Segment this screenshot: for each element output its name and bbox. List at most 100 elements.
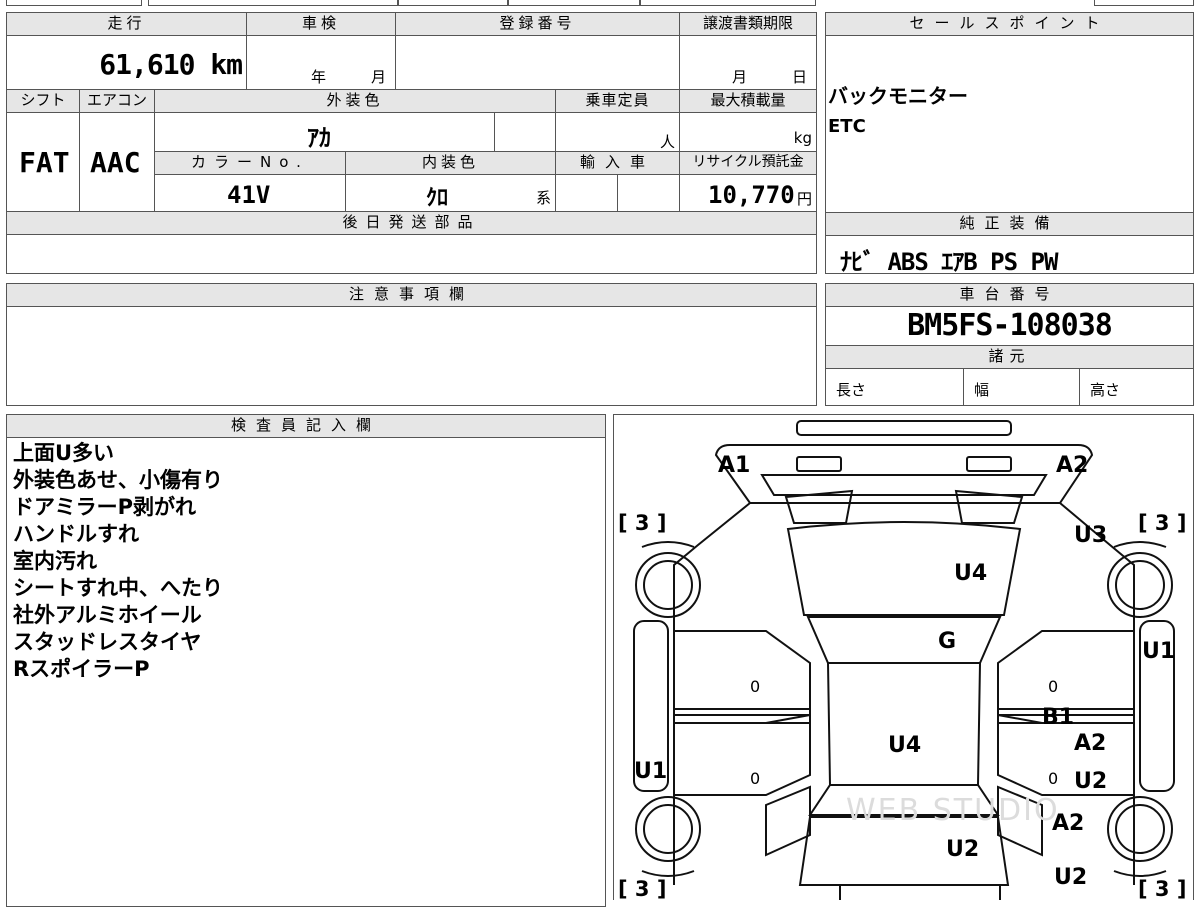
top-right-cutoff — [1094, 0, 1194, 6]
damage-mark-g: G — [938, 629, 957, 654]
tire-tread-rear-right: [ 3 ] — [1138, 877, 1187, 900]
damage-diagram: A1 A2 U3 U4 G U1 B1 A2 U4 U1 U2 A2 U2 U2… — [613, 414, 1194, 900]
inspector-note: 室内汚れ — [13, 549, 97, 573]
inspection-month-unit: 月 — [371, 68, 387, 86]
interior-color-value: ｸﾛ — [426, 186, 449, 211]
deadline-day-unit: 日 — [792, 68, 808, 86]
transfer-deadline-cell: 月 日 — [679, 35, 817, 90]
inspector-panel: 検査員記入欄 上面U多い 外装色あせ、小傷有り ドアミラーP剥がれ ハンドルすれ… — [6, 414, 606, 907]
recycle-fee-cell: 10,770 円 — [679, 174, 817, 212]
shift-cell: FAT — [6, 112, 80, 212]
max-load-cell: kg — [679, 112, 817, 152]
damage-mark-u3: U3 — [1074, 523, 1108, 548]
exterior-color-cell: ｱｶ — [154, 112, 495, 152]
inspection-cell: 年 月 — [246, 35, 396, 90]
color-no-header: カラーNo. — [154, 151, 346, 175]
damage-mark-a2-door: A2 — [1074, 731, 1107, 756]
deadline-month-unit: 月 — [732, 68, 748, 86]
spec-width-label: 幅 — [974, 381, 990, 399]
sales-points-header: セールスポイント — [825, 12, 1194, 36]
damage-mark-u4-roof: U4 — [888, 733, 922, 758]
capacity-unit: 人 — [659, 133, 675, 151]
exterior-color-extra-cell — [494, 112, 556, 152]
damage-mark-a1: A1 — [718, 453, 751, 478]
chassis-number-cell: BM5FS-108038 — [825, 306, 1194, 346]
exterior-color-value: ｱｶ — [307, 124, 331, 152]
interior-color-suffix: 系 — [535, 189, 551, 207]
inspector-note: 上面U多い — [13, 441, 115, 465]
vehicle-info-block: 走行 車検 登録番号 譲渡書類期限 61,610 km 年 月 月 日 シフト … — [6, 12, 817, 274]
aircon-value: AAC — [90, 146, 141, 179]
exterior-color-header: 外装色 — [154, 89, 556, 113]
capacity-header: 乗車定員 — [555, 89, 680, 113]
transfer-deadline-header: 譲渡書類期限 — [679, 12, 817, 36]
specs-header: 諸元 — [825, 345, 1194, 369]
genuine-equipment-header: 純正装備 — [825, 212, 1194, 236]
damage-mark-a2-front: A2 — [1056, 453, 1089, 478]
inspector-note: ハンドルすれ — [13, 522, 139, 546]
shift-header: シフト — [6, 89, 80, 113]
inspector-note: RスポイラーP — [13, 657, 150, 681]
shift-value: FAT — [19, 146, 70, 179]
interior-color-cell: ｸﾛ 系 — [345, 174, 556, 212]
damage-mark-u1-left: U1 — [634, 759, 668, 784]
sales-point-item: バックモニター — [828, 84, 968, 108]
recycle-fee-header: リサイクル預託金 — [679, 151, 817, 175]
chassis-number-header: 車台番号 — [825, 283, 1194, 307]
interior-color-header: 内装色 — [345, 151, 556, 175]
max-load-header: 最大積載量 — [679, 89, 817, 113]
registration-header: 登録番号 — [395, 12, 680, 36]
damage-mark-u2-rear: U2 — [1054, 865, 1088, 890]
registration-cell — [395, 35, 680, 90]
notes-header: 注意事項欄 — [6, 283, 817, 307]
sales-panel: セールスポイント バックモニター ETC 純正装備 ﾅﾋﾞ ABS ｴｱB PS… — [825, 12, 1194, 276]
inspector-header: 検査員記入欄 — [6, 414, 606, 438]
zero-mark-right-rear: 0 — [1048, 769, 1059, 788]
color-no-cell: 41V — [154, 174, 346, 212]
inspector-note: シートすれ中、へたり — [13, 576, 223, 600]
genuine-equipment-value: ﾅﾋﾞ ABS ｴｱB PS PW — [840, 248, 1058, 276]
color-no-value: 41V — [227, 181, 271, 209]
inspector-note: ドアミラーP剥がれ — [13, 495, 196, 519]
later-parts-header: 後日発送部品 — [6, 211, 817, 235]
sales-points-cell: バックモニター ETC — [825, 35, 1194, 213]
notes-panel: 注意事項欄 — [6, 283, 817, 406]
spec-width-cell: 幅 — [963, 368, 1080, 406]
zero-mark-left-rear: 0 — [750, 769, 761, 788]
top-cutoff-row — [6, 0, 816, 6]
genuine-equipment-cell: ﾅﾋﾞ ABS ｴｱB PS PW — [825, 235, 1194, 276]
damage-mark-u2-trunk: U2 — [946, 837, 980, 862]
tire-tread-front-right: [ 3 ] — [1138, 511, 1187, 535]
chassis-panel: 車台番号 BM5FS-108038 諸元 長さ 幅 高さ — [825, 283, 1194, 406]
sales-point-item: ETC — [828, 116, 866, 137]
spec-height-label: 高さ — [1090, 381, 1121, 399]
mileage-header: 走行 — [6, 12, 247, 36]
capacity-cell: 人 — [555, 112, 680, 152]
spec-height-cell: 高さ — [1079, 368, 1194, 406]
inspection-year-unit: 年 — [311, 68, 327, 86]
damage-mark-u2-door: U2 — [1074, 769, 1108, 794]
notes-cell — [6, 306, 817, 406]
chassis-number-value: BM5FS-108038 — [907, 308, 1113, 343]
later-parts-cell — [6, 234, 817, 274]
damage-mark-u4-hood: U4 — [954, 561, 988, 586]
inspection-header: 車検 — [246, 12, 396, 36]
damage-mark-u1-right: U1 — [1142, 639, 1176, 664]
spec-length-label: 長さ — [836, 381, 867, 399]
mileage-value: 61,610 km — [99, 48, 243, 81]
import-cell-right — [617, 174, 680, 212]
import-cell-left — [555, 174, 618, 212]
aircon-cell: AAC — [79, 112, 155, 212]
zero-mark-left-front: 0 — [750, 677, 761, 696]
watermark: WEB STUDIO — [846, 793, 1060, 828]
damage-mark-b1: B1 — [1042, 705, 1075, 730]
inspector-notes-cell: 上面U多い 外装色あせ、小傷有り ドアミラーP剥がれ ハンドルすれ 室内汚れ シ… — [6, 437, 606, 907]
spec-length-cell: 長さ — [825, 368, 964, 406]
inspector-note: スタッドレスタイヤ — [13, 630, 202, 654]
tire-tread-rear-left: [ 3 ] — [618, 877, 667, 900]
max-load-unit: kg — [793, 129, 812, 147]
recycle-fee-unit: 円 — [796, 190, 812, 208]
zero-mark-right-front: 0 — [1048, 677, 1059, 696]
inspector-note: 社外アルミホイール — [13, 603, 202, 627]
aircon-header: エアコン — [79, 89, 155, 113]
